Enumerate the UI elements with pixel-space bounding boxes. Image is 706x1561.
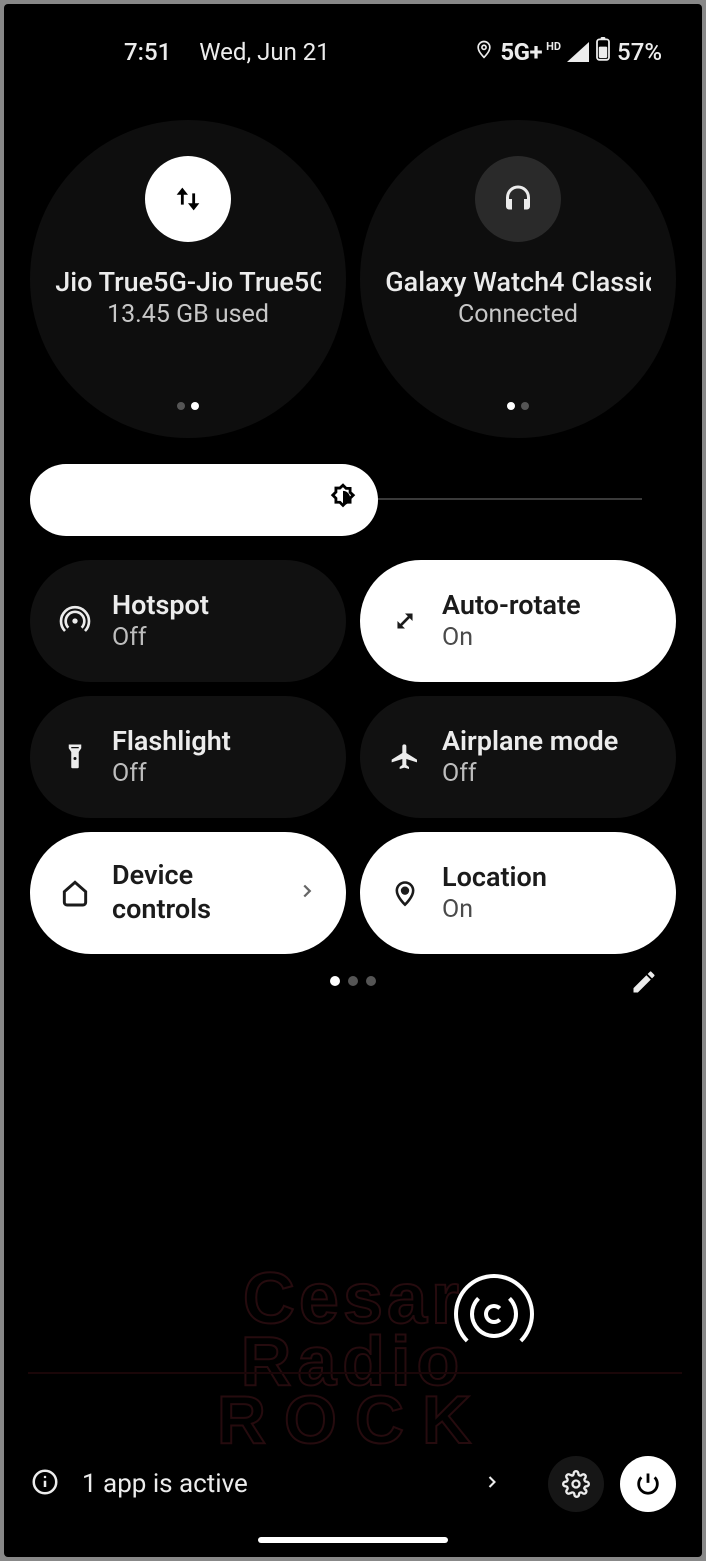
flashlight-label: Flashlight <box>112 725 231 759</box>
location-label: Location <box>442 861 547 895</box>
internet-tile[interactable]: Jio True5G-Jio True5G 13.45 GB used <box>30 120 346 438</box>
qs-pager <box>4 976 702 986</box>
status-time: 7:51 <box>124 38 171 66</box>
radio-line3: ROCK <box>217 1391 489 1449</box>
status-bar: 7:51 Wed, Jun 21 5G+ HD 57% <box>4 34 702 70</box>
power-button[interactable] <box>620 1456 676 1512</box>
internet-subtitle: 13.45 GB used <box>107 300 269 329</box>
hotspot-tile[interactable]: Hotspot Off <box>30 560 346 682</box>
flashlight-status: Off <box>112 758 231 789</box>
background-art: Cesar Radio ROCK <box>4 1274 702 1444</box>
status-network: 5G+ <box>500 38 542 66</box>
devicecontrols-label: Device controls <box>112 859 276 927</box>
bluetooth-title: Galaxy Watch4 Classic <box>385 266 650 298</box>
hotspot-status: Off <box>112 622 209 653</box>
info-icon <box>30 1467 60 1501</box>
autorotate-tile[interactable]: Auto-rotate On <box>360 560 676 682</box>
location-pin-icon <box>388 876 422 910</box>
home-icon <box>58 876 92 910</box>
status-network-badge: HD <box>546 40 561 53</box>
brightness-icon <box>326 481 360 519</box>
bluetooth-pager <box>507 402 529 410</box>
mobile-data-icon <box>145 156 231 242</box>
spiral-icon <box>454 1274 534 1354</box>
autorotate-label: Auto-rotate <box>442 589 581 623</box>
location-indicator-icon <box>474 37 494 67</box>
brightness-slider[interactable] <box>30 464 642 536</box>
location-status: On <box>442 894 547 925</box>
internet-title: Jio True5G-Jio True5G <box>55 266 320 298</box>
devicecontrols-tile[interactable]: Device controls <box>30 832 346 954</box>
airplane-label: Airplane mode <box>442 725 618 759</box>
settings-button[interactable] <box>548 1456 604 1512</box>
bluetooth-subtitle: Connected <box>458 300 578 329</box>
chevron-right-icon[interactable] <box>482 1472 502 1496</box>
airplane-tile[interactable]: Airplane mode Off <box>360 696 676 818</box>
status-date: Wed, Jun 21 <box>199 38 330 66</box>
airplane-status: Off <box>442 758 618 789</box>
chevron-right-icon <box>296 880 318 906</box>
autorotate-icon <box>388 604 422 638</box>
nav-handle[interactable] <box>258 1537 448 1543</box>
active-apps-button[interactable]: 1 app is active <box>76 1469 466 1499</box>
flashlight-tile[interactable]: Flashlight Off <box>30 696 346 818</box>
internet-pager <box>177 402 199 410</box>
edit-tiles-button[interactable] <box>630 968 662 1000</box>
autorotate-status: On <box>442 622 581 653</box>
status-battery: 57% <box>617 38 662 66</box>
headphones-icon <box>475 156 561 242</box>
signal-icon <box>567 42 589 62</box>
bluetooth-tile[interactable]: Galaxy Watch4 Classic Connected <box>360 120 676 438</box>
hotspot-label: Hotspot <box>112 589 209 623</box>
hotspot-icon <box>58 604 92 638</box>
airplane-icon <box>388 740 422 774</box>
battery-icon <box>595 37 611 67</box>
location-tile[interactable]: Location On <box>360 832 676 954</box>
flashlight-icon <box>58 740 92 774</box>
